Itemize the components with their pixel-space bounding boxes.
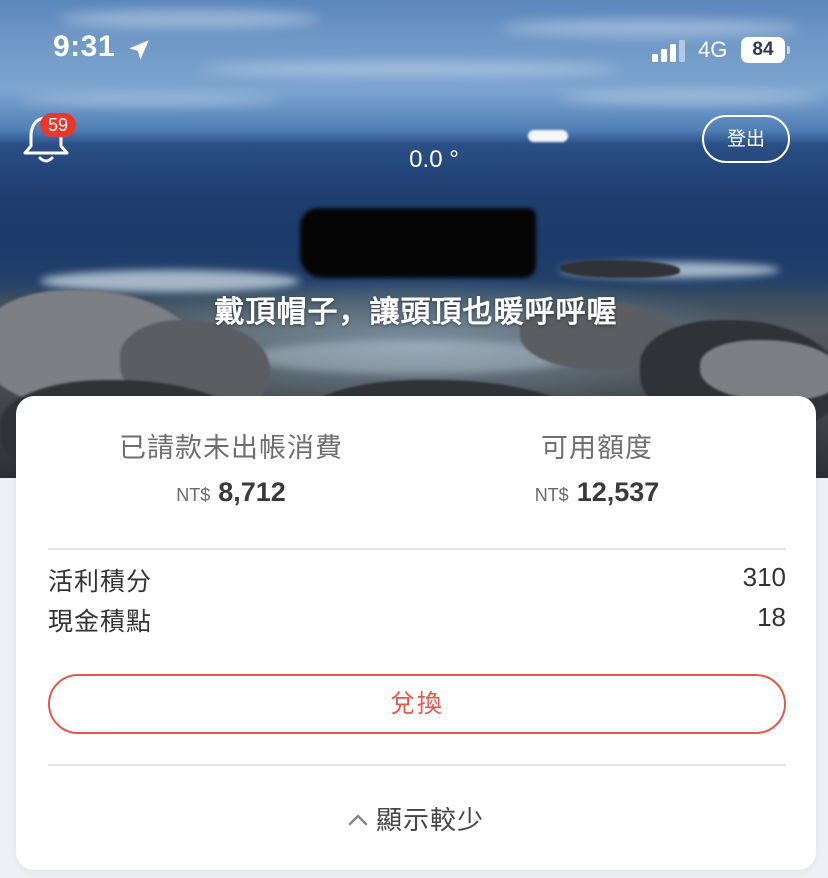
battery-indicator: 84 — [741, 37, 790, 63]
available-credit-stat: 可用額度 NT$ 12,537 — [427, 426, 767, 508]
cellular-signal-icon — [652, 40, 685, 62]
divider — [48, 764, 786, 766]
redacted-island-block — [300, 208, 536, 278]
account-summary-card: 已請款未出帳消費 NT$ 8,712 可用額度 NT$ 12,537 活利積分 31… — [16, 396, 816, 870]
status-time: 9:31 — [53, 30, 116, 63]
unbilled-amount: 8,712 — [218, 477, 286, 507]
available-currency: NT$ — [534, 485, 569, 505]
points-row: 現金積點 18 — [48, 602, 786, 642]
logout-button[interactable]: 登出 — [702, 115, 790, 163]
unbilled-spending-label: 已請款未出帳消費 — [119, 433, 343, 464]
points-label: 活利積分 — [48, 567, 153, 596]
location-arrow-icon — [129, 40, 149, 60]
available-amount: 12,537 — [576, 477, 660, 507]
points-value: 18 — [757, 602, 786, 632]
boat-shape — [528, 130, 568, 142]
points-row: 活利積分 310 — [48, 562, 786, 602]
available-credit-label: 可用額度 — [541, 433, 653, 464]
network-type-label: 4G — [698, 37, 728, 62]
hero-slogan: 戴頂帽子，讓頭頂也暖呼呼喔 — [214, 295, 618, 330]
battery-tip — [787, 46, 790, 54]
battery-level: 84 — [741, 37, 785, 63]
points-value: 310 — [742, 562, 786, 592]
notification-count-badge: 59 — [40, 113, 76, 137]
chevron-up-icon — [348, 814, 368, 825]
redeem-button[interactable]: 兌換 — [48, 674, 786, 734]
unbilled-spending-stat: 已請款未出帳消費 NT$ 8,712 — [61, 426, 401, 508]
divider — [48, 548, 786, 550]
show-less-label: 顯示較少 — [375, 806, 484, 836]
show-less-toggle[interactable]: 顯示較少 — [16, 800, 816, 837]
points-label: 現金積點 — [48, 607, 153, 636]
unbilled-currency: NT$ — [176, 485, 211, 505]
